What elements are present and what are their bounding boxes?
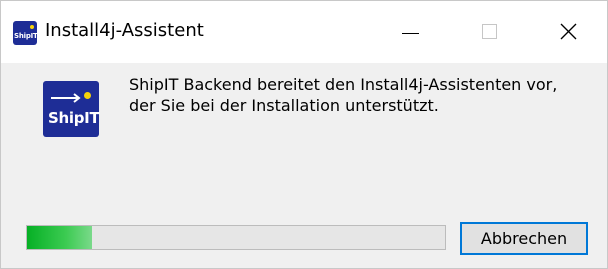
cancel-button[interactable]: Abbrechen bbox=[460, 222, 588, 255]
progress-fill bbox=[27, 226, 92, 249]
logo-text: ShipIT bbox=[48, 109, 100, 127]
minimize-button[interactable] bbox=[381, 1, 441, 63]
title-bar[interactable]: ShipIT Install4j-Assistent bbox=[1, 1, 607, 63]
maximize-icon bbox=[482, 24, 497, 39]
message-line-1: ShipIT Backend bereitet den Install4j-As… bbox=[129, 75, 558, 94]
title-icon-text: ShipIT bbox=[14, 32, 38, 40]
message-line-2: der Sie bei der Installation unterstützt… bbox=[129, 96, 439, 115]
close-icon bbox=[560, 23, 577, 40]
app-title-icon: ShipIT bbox=[13, 21, 38, 45]
shipit-logo: ShipIT bbox=[43, 81, 100, 137]
minimize-icon bbox=[402, 33, 419, 34]
title-icon-dot bbox=[30, 25, 34, 29]
window-title: Install4j-Assistent bbox=[45, 20, 204, 41]
close-button[interactable] bbox=[539, 1, 599, 63]
maximize-button bbox=[460, 1, 520, 63]
installer-window: ShipIT Install4j-Assistent ShipIT ShipIT… bbox=[0, 0, 608, 269]
status-message: ShipIT Backend bereitet den Install4j-As… bbox=[129, 74, 599, 116]
progress-bar bbox=[26, 225, 446, 250]
logo-dot bbox=[84, 92, 91, 99]
arrow-icon bbox=[51, 93, 81, 103]
